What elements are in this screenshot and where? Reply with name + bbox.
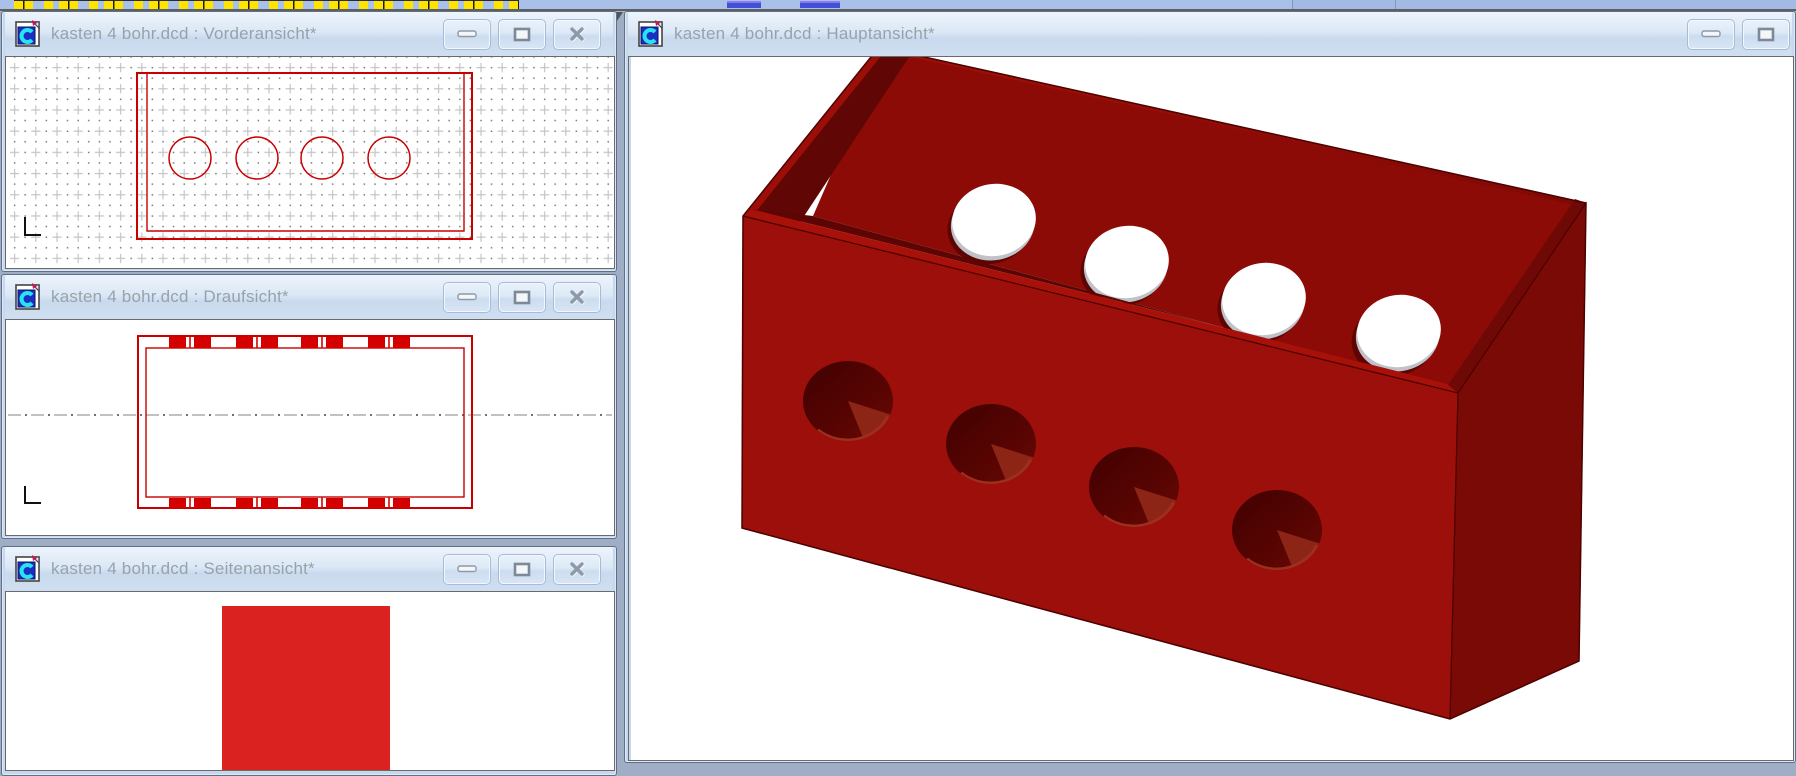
close-icon [568,289,586,305]
front-view-drawing [6,57,614,268]
toolbar-separator [1395,0,1396,9]
minimize-icon [457,565,477,573]
window-title: kasten 4 bohr.dcd : Draufsicht* [51,287,443,307]
maximize-button[interactable] [498,554,546,585]
cad-application: { "app": { "document_name": "kasten 4 bo… [0,0,1796,760]
minimize-icon [457,293,477,301]
window-title: kasten 4 bohr.dcd : Seitenansicht* [51,559,443,579]
toolbar-right-section [1292,0,1796,9]
maximize-button[interactable] [1742,19,1790,50]
titlebar-hauptansicht[interactable]: kasten 4 bohr.dcd : Hauptansicht* [628,12,1792,56]
titlebar-seitenansicht[interactable]: kasten 4 bohr.dcd : Seitenansicht* [5,547,613,591]
toolbar-clipped-strip [0,0,1796,9]
maximize-icon [1757,27,1775,42]
viewport-edge [629,57,631,760]
window-seitenansicht[interactable]: kasten 4 bohr.dcd : Seitenansicht* [1,546,617,776]
close-icon [568,561,586,577]
window-hauptansicht[interactable]: kasten 4 bohr.dcd : Hauptansicht* [624,11,1796,763]
main-view-3d-canvas[interactable] [628,56,1794,761]
side-view-canvas[interactable] [5,591,615,771]
hole-hatch-bottom [169,498,410,508]
maximize-button[interactable] [498,19,546,50]
minimize-button[interactable] [1687,19,1735,50]
top-view-canvas[interactable] [5,319,615,536]
minimize-button[interactable] [443,19,491,50]
dcd-document-icon[interactable] [13,554,43,584]
close-button[interactable] [553,19,601,50]
minimize-button[interactable] [443,554,491,585]
window-vorderansicht[interactable]: kasten 4 bohr.dcd : Vorderansicht* [1,11,617,272]
side-view-drawing [6,592,614,770]
dcd-document-icon[interactable] [13,19,43,49]
window-draufsicht[interactable]: kasten 4 bohr.dcd : Draufsicht* [1,274,617,539]
maximize-icon [513,27,531,42]
front-view-canvas[interactable] [5,56,615,269]
dcd-document-icon[interactable] [13,282,43,312]
toolbar-accent-icon [727,1,761,8]
minimize-icon [457,30,477,38]
origin-axis-marker [25,486,41,503]
maximize-icon [513,290,531,305]
hole-center-ticks-bottom [190,497,389,508]
titlebar-draufsicht[interactable]: kasten 4 bohr.dcd : Draufsicht* [5,275,613,319]
hole-hatch-top [169,337,410,348]
titlebar-vorderansicht[interactable]: kasten 4 bohr.dcd : Vorderansicht* [5,12,613,56]
window-title: kasten 4 bohr.dcd : Hauptansicht* [674,24,1687,44]
hole-center-ticks-top [190,336,389,348]
side-view-solid-rect [222,606,390,770]
minimize-icon [1701,30,1721,38]
close-button[interactable] [553,554,601,585]
maximize-button[interactable] [498,282,546,313]
close-icon [568,26,586,42]
minimize-button[interactable] [443,282,491,313]
top-view-drawing [6,320,614,535]
shaded-3d-box [629,57,1793,760]
toolbar-accent-icon [800,1,840,8]
maximize-icon [513,562,531,577]
dcd-document-icon[interactable] [636,19,666,49]
toolbar-yellow-icons-clipped [14,0,519,9]
toolbar-separator [1292,0,1293,9]
close-button[interactable] [553,282,601,313]
window-title: kasten 4 bohr.dcd : Vorderansicht* [51,24,443,44]
